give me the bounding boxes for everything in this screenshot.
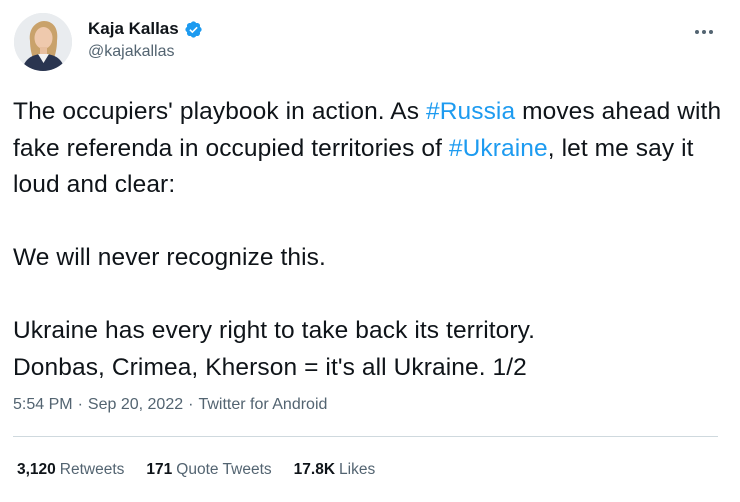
meta-separator: ·: [77, 396, 83, 413]
author-handle[interactable]: @kajakallas: [88, 43, 203, 61]
quote-tweets-stat[interactable]: 171 Quote Tweets: [146, 461, 271, 479]
tweet-paragraph-2: We will never recognize this.: [13, 244, 326, 271]
author-block: Kaja Kallas @kajakallas: [88, 18, 203, 61]
tweet-paragraph-3-line-2: Donbas, Crimea, Kherson = it's all Ukrai…: [13, 353, 527, 381]
avatar-image: [14, 13, 72, 71]
tweet-text-segment: The occupiers' playbook in action. As: [13, 98, 426, 125]
author-display-name[interactable]: Kaja Kallas: [88, 19, 179, 39]
tweet-text: The occupiers' playbook in action. As #R…: [13, 94, 728, 386]
divider: [13, 436, 718, 437]
hashtag-ukraine-link[interactable]: #Ukraine: [449, 135, 548, 162]
tweet-stats: 3,120 Retweets 171 Quote Tweets 17.8K Li…: [17, 461, 397, 479]
tweet-paragraph-1: The occupiers' playbook in action. As #R…: [13, 94, 728, 204]
verified-badge-icon: [184, 20, 203, 39]
hashtag-russia-link[interactable]: #Russia: [426, 98, 515, 125]
tweet-source-link[interactable]: Twitter for Android: [198, 396, 327, 414]
retweets-count: 3,120: [17, 461, 56, 478]
likes-stat[interactable]: 17.8K Likes: [294, 461, 376, 479]
name-row: Kaja Kallas: [88, 18, 203, 40]
quote-tweets-label: Quote Tweets: [176, 461, 272, 478]
tweet-time[interactable]: 5:54 PM: [13, 396, 73, 414]
avatar[interactable]: [14, 13, 72, 71]
more-options-icon[interactable]: [692, 22, 716, 42]
quote-tweets-count: 171: [146, 461, 173, 478]
tweet-date[interactable]: Sep 20, 2022: [88, 396, 183, 414]
likes-label: Likes: [339, 461, 376, 478]
retweets-label: Retweets: [59, 461, 125, 478]
retweets-stat[interactable]: 3,120 Retweets: [17, 461, 124, 479]
likes-count: 17.8K: [293, 461, 336, 478]
tweet-paragraph-3-line-1: Ukraine has every right to take back its…: [13, 317, 536, 344]
tweet-card: Kaja Kallas @kajakallas The occupiers' p…: [0, 0, 740, 502]
tweet-meta: 5:54 PM · Sep 20, 2022 · Twitter for And…: [13, 396, 327, 414]
meta-separator: ·: [188, 396, 194, 413]
